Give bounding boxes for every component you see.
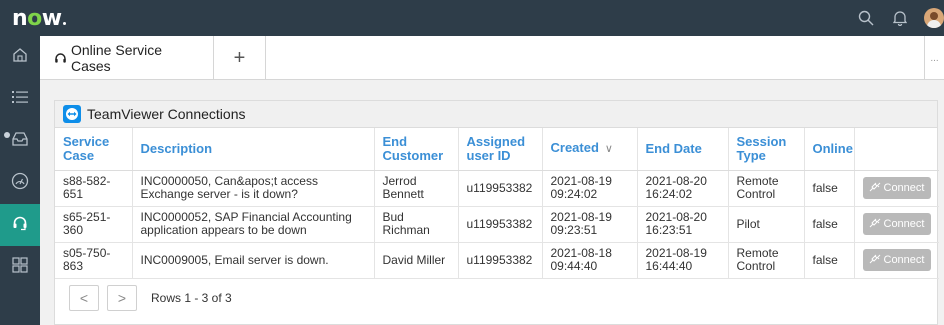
tab-bar: Online Service Cases + ... (40, 36, 944, 80)
column-header-created[interactable]: Created ∨ (541, 128, 637, 171)
column-header-description[interactable]: Description (131, 128, 374, 171)
add-tab-button[interactable]: + (214, 36, 266, 80)
rail-home[interactable] (0, 36, 40, 78)
sort-descending-icon: ∨ (604, 143, 613, 156)
plug-icon (869, 254, 881, 267)
cell-created: 2021-08-19 09:24:02 (541, 170, 637, 207)
cell-end-date: 2021-08-19 16:44:40 (636, 242, 728, 279)
cell-end-date: 2021-08-20 16:23:51 (636, 206, 728, 243)
cell-description: INC0009005, Email server is down. (131, 242, 374, 279)
teamviewer-connections-card: TeamViewer Connections Service Case Desc… (54, 100, 939, 325)
column-header-created-label: Created (550, 140, 599, 156)
cell-description: INC0000052, SAP Financial Accounting app… (131, 206, 374, 243)
notification-dot (4, 132, 10, 138)
column-header-assigned-user-id[interactable]: Assigned user ID (457, 128, 542, 171)
logo-text: now (12, 5, 62, 31)
user-avatar[interactable] (924, 8, 944, 28)
rows-summary: Rows 1 - 3 of 3 (151, 290, 232, 305)
headset-icon (12, 215, 28, 236)
side-rail (0, 36, 40, 325)
table-header-row: Service Case Description End Customer As… (55, 128, 939, 171)
rail-service-cases[interactable] (0, 204, 40, 246)
table-row: s05-750-863 INC0009005, Email server is … (55, 242, 939, 279)
cell-session-type: Pilot (727, 206, 804, 243)
cell-online: false (803, 170, 854, 207)
search-icon[interactable] (856, 8, 876, 28)
rail-inbox[interactable] (0, 120, 40, 162)
rail-dashboard[interactable] (0, 162, 40, 204)
cell-assigned-user: u119953382 (457, 242, 542, 279)
cell-assigned-user: u119953382 (457, 206, 542, 243)
home-icon (12, 47, 28, 68)
cell-session-type: Remote Control (727, 242, 804, 279)
column-header-online[interactable]: Online (803, 128, 854, 171)
cell-action: Connect (853, 170, 939, 207)
column-header-session-type[interactable]: Session Type (727, 128, 804, 171)
tab-overflow-button[interactable]: ... (924, 36, 944, 80)
connect-button[interactable]: Connect (862, 177, 931, 199)
tab-label: Online Service Cases (71, 42, 163, 74)
cell-end-customer: David Miller (373, 242, 458, 279)
column-header-action (853, 128, 939, 171)
card-header: TeamViewer Connections (55, 101, 937, 128)
cell-service-case: s05-750-863 (55, 242, 132, 279)
cell-assigned-user: u119953382 (457, 170, 542, 207)
content-area: TeamViewer Connections Service Case Desc… (40, 80, 944, 325)
table-row: s88-582-651 INC0000050, Can&apos;t acces… (55, 170, 939, 207)
teamviewer-logo-icon (63, 105, 81, 123)
rail-all-menus[interactable] (0, 78, 40, 120)
column-header-end-date[interactable]: End Date (636, 128, 728, 171)
cell-session-type: Remote Control (727, 170, 804, 207)
cell-action: Connect (853, 242, 939, 279)
connect-button[interactable]: Connect (862, 213, 931, 235)
next-page-button[interactable]: > (107, 284, 137, 311)
cell-created: 2021-08-19 09:23:51 (541, 206, 637, 243)
card-title: TeamViewer Connections (87, 106, 246, 122)
cell-end-date: 2021-08-20 16:24:02 (636, 170, 728, 207)
now-logo[interactable]: now (12, 6, 66, 31)
bell-icon[interactable] (890, 8, 910, 28)
plug-icon (869, 218, 881, 231)
column-header-service-case[interactable]: Service Case (55, 128, 132, 171)
connect-button[interactable]: Connect (862, 249, 931, 271)
list-icon (12, 90, 28, 109)
connect-label: Connect (883, 218, 925, 230)
plug-icon (869, 182, 881, 195)
rail-apps[interactable] (0, 246, 40, 288)
connect-label: Connect (883, 182, 925, 194)
pagination: < > Rows 1 - 3 of 3 (55, 279, 937, 317)
cell-end-customer: Bud Richman (373, 206, 458, 243)
column-header-end-customer[interactable]: End Customer (373, 128, 458, 171)
top-bar-actions (856, 8, 944, 28)
cell-online: false (803, 242, 854, 279)
tab-online-service-cases[interactable]: Online Service Cases (40, 36, 214, 80)
app-root: now Online Service Cases + ... TeamViewe… (0, 0, 944, 325)
top-bar: now (0, 0, 944, 36)
table-row: s65-251-360 INC0000052, SAP Financial Ac… (55, 206, 939, 243)
connect-label: Connect (883, 254, 925, 266)
gauge-icon (11, 172, 29, 195)
grid-icon (12, 256, 28, 278)
cell-action: Connect (853, 206, 939, 243)
inbox-icon (12, 131, 28, 151)
cell-service-case: s88-582-651 (55, 170, 132, 207)
previous-page-button[interactable]: < (69, 284, 99, 311)
cell-online: false (803, 206, 854, 243)
cell-service-case: s65-251-360 (55, 206, 132, 243)
headset-icon (54, 52, 67, 65)
cell-created: 2021-08-18 09:44:40 (541, 242, 637, 279)
cell-description: INC0000050, Can&apos;t access Exchange s… (131, 170, 374, 207)
cell-end-customer: Jerrod Bennett (373, 170, 458, 207)
connections-table: Service Case Description End Customer As… (55, 128, 939, 279)
